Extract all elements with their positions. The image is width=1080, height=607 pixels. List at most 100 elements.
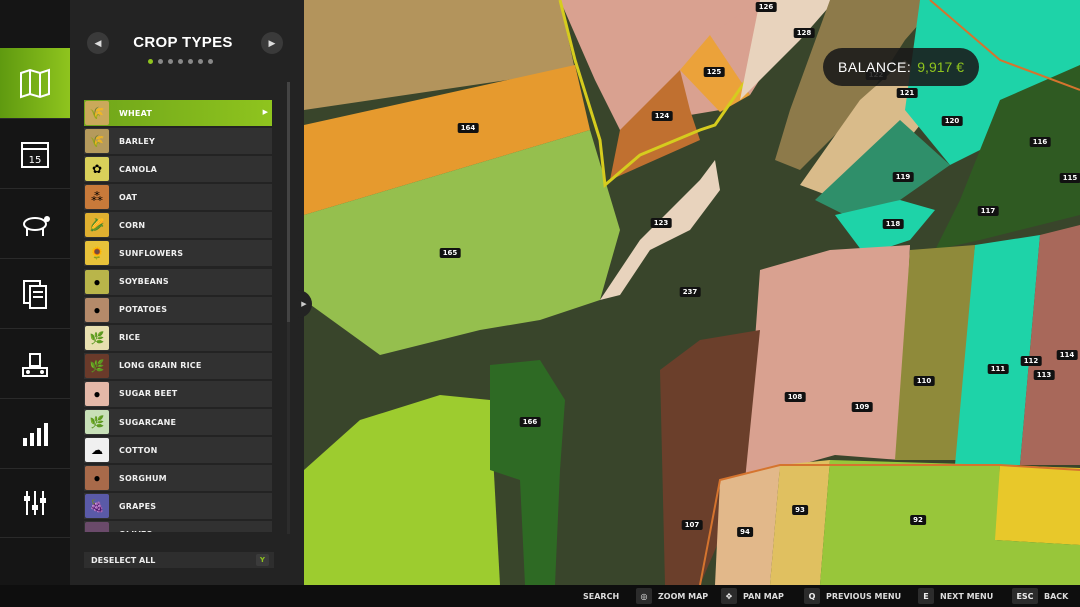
field-number-label[interactable]: 93 [792, 505, 808, 515]
rail-animals-button[interactable] [0, 188, 70, 258]
crop-label: CORN [119, 220, 146, 230]
crop-item-sunflowers[interactable]: 🌻 SUNFLOWERS [84, 240, 272, 267]
field-number-label[interactable]: 117 [977, 206, 999, 216]
calendar-icon: 15 [21, 141, 49, 168]
mouse-wheel-icon: ◎ [636, 588, 652, 604]
page-dot[interactable] [178, 59, 183, 64]
field-number-label[interactable]: 165 [439, 248, 461, 258]
field-number-label[interactable]: 128 [793, 28, 815, 38]
crop-label: SUGAR BEET [119, 389, 178, 399]
crop-label: POTATOES [119, 305, 168, 315]
pan-map-hint[interactable]: ✥ PAN MAP [721, 588, 784, 604]
crop-label: SOYBEANS [119, 277, 169, 287]
crop-label: OAT [119, 192, 138, 202]
page-dot[interactable] [148, 59, 153, 64]
search-label: SEARCH [583, 591, 620, 601]
crop-item-sugarcane[interactable]: 🌿 SUGARCANE [84, 409, 272, 436]
page-dot[interactable] [208, 59, 213, 64]
field-number-label[interactable]: 121 [896, 88, 918, 98]
back-hint[interactable]: ESC BACK [1012, 588, 1068, 604]
oat-icon: ⁂ [85, 185, 109, 210]
crop-item-grapes[interactable]: 🍇 GRAPES [84, 493, 272, 520]
crop-item-barley[interactable]: 🌾 BARLEY [84, 128, 272, 155]
rail-contracts-button[interactable] [0, 258, 70, 328]
crop-item-corn[interactable]: 🌽 CORN [84, 212, 272, 239]
crop-label: SORGHUM [119, 473, 167, 483]
field-number-label[interactable]: 107 [681, 520, 703, 530]
crop-item-potatoes[interactable]: ● POTATOES [84, 296, 272, 323]
previous-menu-hint[interactable]: Q PREVIOUS MENU [804, 588, 901, 604]
next-menu-hint[interactable]: E NEXT MENU [918, 588, 993, 604]
field-number-label[interactable]: 111 [987, 364, 1009, 374]
rail-statistics-button[interactable] [0, 398, 70, 468]
field-number-label[interactable]: 110 [913, 376, 935, 386]
field-number-label[interactable]: 116 [1029, 137, 1051, 147]
rail-map-button[interactable] [0, 48, 70, 118]
search-hint[interactable]: SEARCH [583, 588, 619, 604]
page-dot[interactable] [158, 59, 163, 64]
next-menu-label: NEXT MENU [940, 591, 994, 601]
field-number-label[interactable]: 166 [519, 417, 541, 427]
crop-item-canola[interactable]: ✿ CANOLA [84, 156, 272, 183]
input-hints-bar: SEARCH ◎ ZOOM MAP ✥ PAN MAP Q PREVIOUS M… [0, 585, 1080, 607]
soybeans-icon: ● [85, 269, 109, 294]
field-number-label[interactable]: 124 [651, 111, 673, 121]
crop-item-soybeans[interactable]: ● SOYBEANS [84, 268, 272, 295]
crop-item-sorghum[interactable]: ● SORGHUM [84, 465, 272, 492]
canola-icon: ✿ [85, 157, 109, 182]
crop-label: SUGARCANE [119, 417, 177, 427]
page-dot[interactable] [168, 59, 173, 64]
olives-icon: ● [85, 522, 109, 532]
pan-map-label: PAN MAP [743, 591, 784, 601]
page-dot[interactable] [198, 59, 203, 64]
key-q: Q [804, 588, 820, 604]
crop-list: 🌾 WHEAT ▶ 🌾 BARLEY ✿ CANOLA ⁂ OAT 🌽 CORN 🌻 SUNFLOWER… [84, 100, 272, 532]
balance-label: BALANCE: [838, 59, 912, 75]
field-number-label[interactable]: 237 [679, 287, 701, 297]
field-number-label[interactable]: 120 [941, 116, 963, 126]
rail-production-button[interactable] [0, 328, 70, 398]
scrollbar-thumb[interactable] [287, 82, 290, 322]
calendar-day: 15 [29, 155, 42, 166]
field-number-label[interactable]: 113 [1033, 370, 1055, 380]
field-number-label[interactable]: 112 [1020, 356, 1042, 366]
statistics-icon [23, 422, 48, 446]
next-page-button[interactable]: ▶ [261, 32, 283, 54]
field-number-label[interactable]: 125 [703, 67, 725, 77]
sunflowers-icon: 🌻 [85, 241, 109, 266]
field-number-label[interactable]: 126 [755, 2, 777, 12]
crop-item-rice[interactable]: 🌿 RICE [84, 324, 272, 351]
potatoes-icon: ● [85, 297, 109, 322]
field-number-label[interactable]: 119 [892, 172, 914, 182]
rail-settings-button[interactable] [0, 468, 70, 538]
crop-item-long-grain-rice[interactable]: 🌿 LONG GRAIN RICE [84, 352, 272, 379]
rail-calendar-button[interactable]: 15 [0, 118, 70, 188]
cotton-icon: ☁ [85, 438, 109, 463]
crop-label: GRAPES [119, 501, 157, 511]
field-number-label[interactable]: 123 [650, 218, 672, 228]
field-number-label[interactable]: 115 [1059, 173, 1080, 183]
page-dot[interactable] [188, 59, 193, 64]
zoom-map-hint[interactable]: ◎ ZOOM MAP [636, 588, 708, 604]
crop-item-oat[interactable]: ⁂ OAT [84, 184, 272, 211]
field-number-label[interactable]: 109 [851, 402, 873, 412]
field-number-label[interactable]: 108 [784, 392, 806, 402]
deselect-all-button[interactable]: DESELECT ALL Y [84, 552, 274, 568]
sugarcane-icon: 🌿 [85, 410, 109, 435]
field-number-label[interactable]: 118 [882, 219, 904, 229]
menu-rail: 15 [0, 0, 70, 585]
wheat-icon: 🌾 [85, 101, 109, 125]
deselect-all-label: DESELECT ALL [91, 555, 156, 565]
crop-item-sugar-beet[interactable]: ● SUGAR BEET [84, 380, 272, 407]
crop-item-cotton[interactable]: ☁ COTTON [84, 437, 272, 464]
field-number-label[interactable]: 114 [1056, 350, 1078, 360]
crop-item-olives[interactable]: ● OLIVES [84, 521, 272, 532]
zoom-map-label: ZOOM MAP [658, 591, 709, 601]
field-number-label[interactable]: 94 [737, 527, 753, 537]
long-grain-rice-icon: 🌿 [85, 353, 109, 378]
field-number-label[interactable]: 92 [910, 515, 926, 525]
crop-item-wheat[interactable]: 🌾 WHEAT ▶ [84, 100, 272, 126]
corn-icon: 🌽 [85, 213, 109, 238]
mouse-drag-icon: ✥ [721, 588, 737, 604]
field-number-label[interactable]: 164 [457, 123, 479, 133]
